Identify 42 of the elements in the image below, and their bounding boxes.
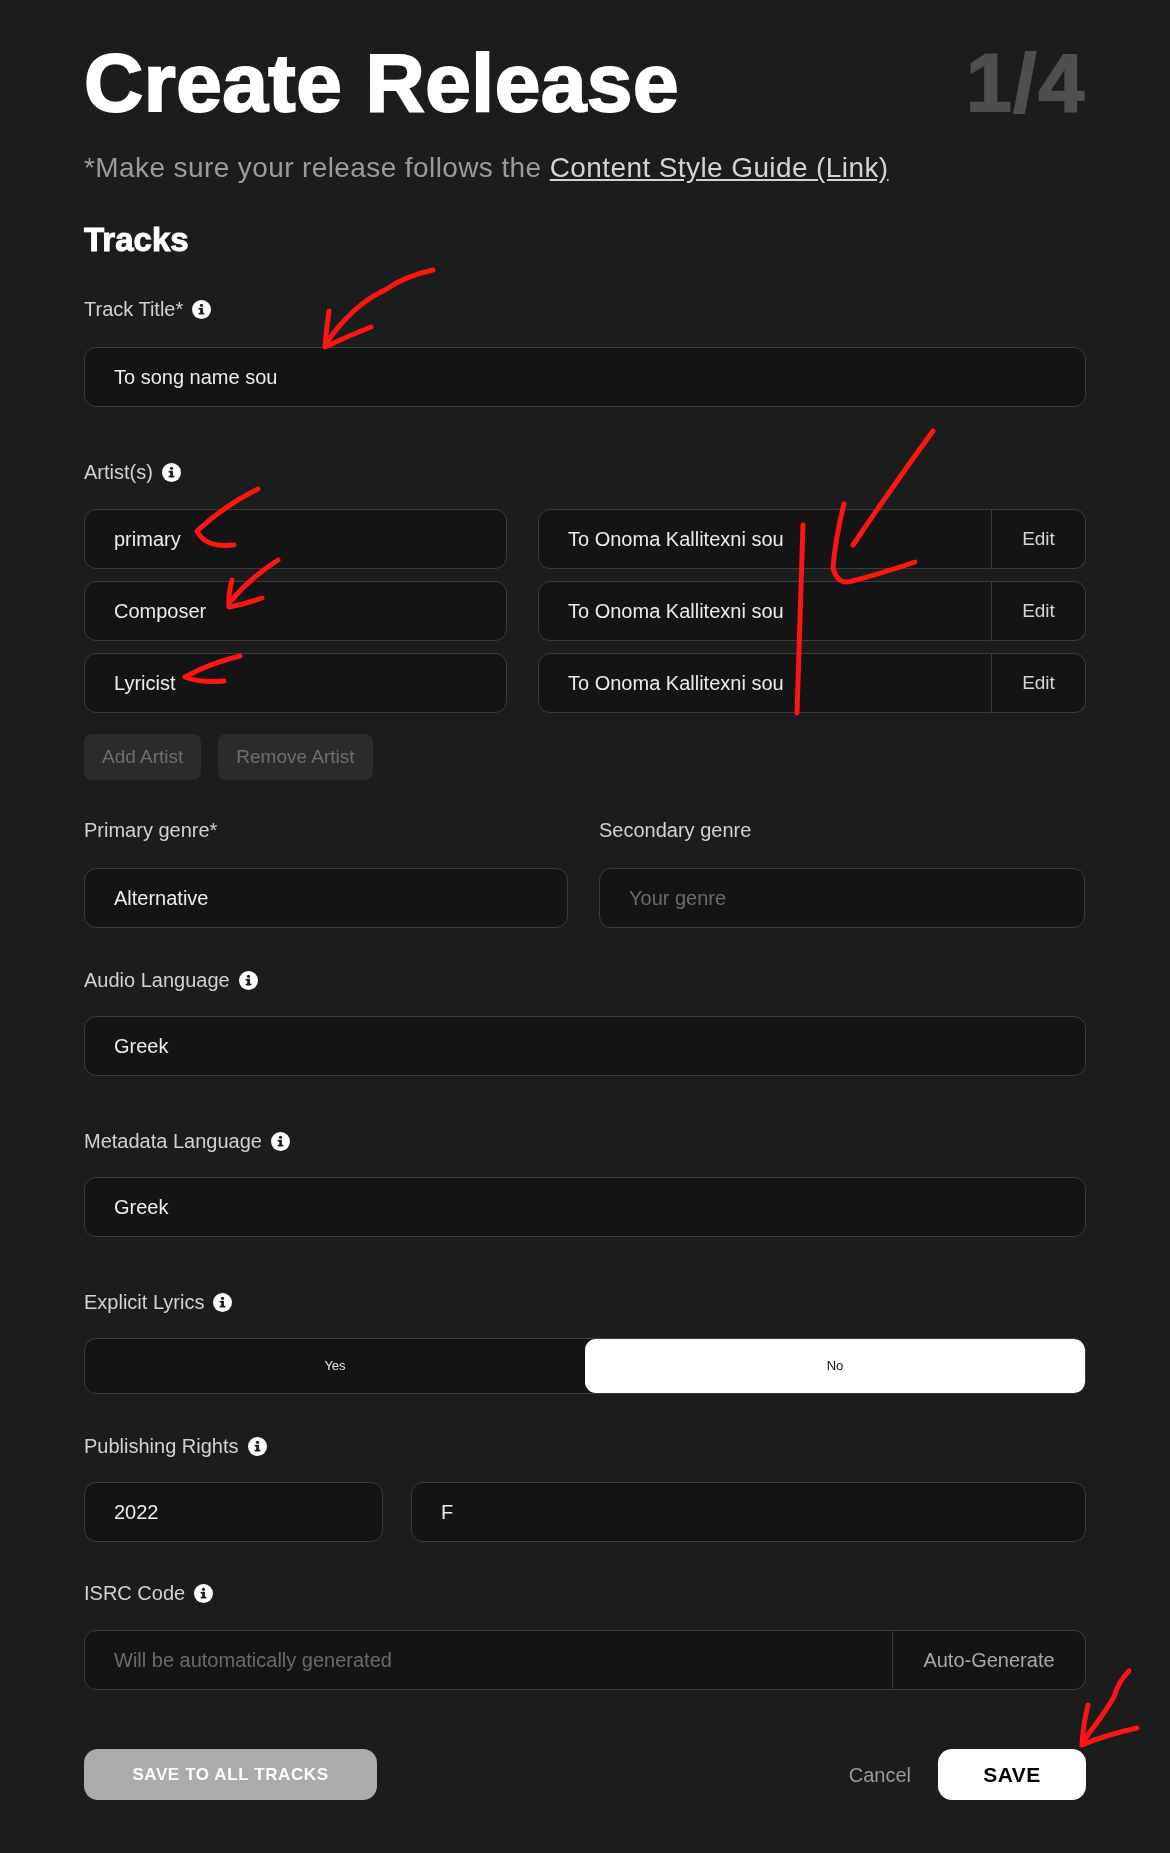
field-label: Publishing Rights (84, 1434, 239, 1458)
language-field[interactable]: Greek (84, 1177, 1086, 1237)
save-button[interactable]: SAVE (938, 1749, 1086, 1800)
field-label: Secondary genre (599, 818, 752, 842)
info-icon[interactable] (238, 970, 258, 990)
edit-button[interactable]: Edit (992, 509, 1086, 569)
edit-button[interactable]: Edit (992, 581, 1086, 641)
field-label: Artist(s) (84, 460, 153, 484)
year-field[interactable]: 2022 (84, 1482, 383, 1542)
field-label: Track Title* (84, 297, 184, 321)
section-title: Tracks (84, 222, 190, 258)
notice-text: *Make sure your release follows the Content Style Guide (Link) (84, 151, 890, 185)
cancel-button[interactable]: Cancel (848, 1759, 911, 1790)
language-field[interactable]: Greek (84, 1016, 1086, 1076)
field-label: Metadata Language (84, 1129, 262, 1153)
info-icon[interactable] (247, 1436, 267, 1456)
field-label: ISRC Code (84, 1581, 186, 1605)
rights-holder-field[interactable]: F (411, 1482, 1086, 1542)
field-label: Explicit Lyrics (84, 1290, 205, 1314)
info-icon[interactable] (270, 1131, 290, 1151)
page-title: Create Release (84, 42, 680, 124)
info-icon[interactable] (161, 462, 181, 482)
artist-role-field[interactable]: Composer (84, 581, 507, 641)
toggle-option[interactable]: No (585, 1339, 1085, 1393)
annotation-arrow (226, 557, 281, 610)
artist-name-field[interactable]: To Onoma Kallitexni sou (538, 653, 992, 713)
info-icon[interactable] (213, 1292, 233, 1312)
artist-role-field[interactable]: primary (84, 509, 507, 569)
track-title-field[interactable]: To song name sou (84, 347, 1086, 407)
segmented-control[interactable]: Yes No (84, 1338, 1086, 1394)
toggle-option[interactable]: Yes (85, 1339, 585, 1393)
genre-field[interactable]: Alternative (84, 868, 568, 928)
info-icon[interactable] (194, 1583, 214, 1603)
artist-name-field[interactable]: To Onoma Kallitexni sou (538, 581, 992, 641)
field-label: Audio Language (84, 968, 230, 992)
info-icon[interactable] (192, 299, 212, 319)
style-guide-link[interactable]: Content Style Guide (Link) (549, 152, 889, 183)
field-label: Primary genre* (84, 818, 218, 842)
artist-role-field[interactable]: Lyricist (84, 653, 507, 713)
artist-name-field[interactable]: To Onoma Kallitexni sou (538, 509, 992, 569)
auto-generate-button[interactable]: Auto-Generate (893, 1630, 1086, 1690)
edit-button[interactable]: Edit (992, 653, 1086, 713)
